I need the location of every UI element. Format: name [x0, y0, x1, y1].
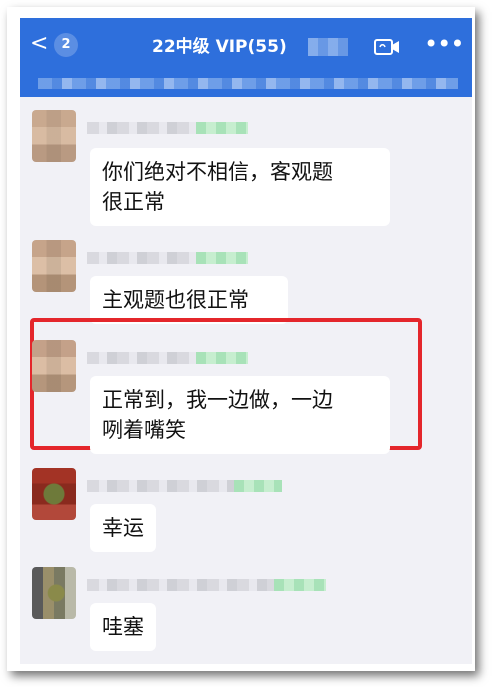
message-bubble[interactable]: 主观题也很正常: [90, 276, 288, 324]
avatar[interactable]: [32, 567, 76, 619]
message-text-line: 很正常: [102, 190, 165, 214]
message-text-line: 幸运: [102, 516, 144, 540]
message-bubble[interactable]: 正常到，我一边做，一边 咧着嘴笑: [90, 376, 390, 454]
message-text-line: 哇塞: [102, 615, 144, 639]
message-text-line: 正常到，我一边做，一边: [102, 388, 333, 412]
chat-title: 22中级 VIP(55): [152, 37, 287, 57]
avatar[interactable]: [32, 340, 76, 392]
message-bubble[interactable]: 哇塞: [90, 603, 156, 651]
sender-tag-blurred: [196, 122, 248, 134]
sender-tag-blurred: [274, 579, 326, 591]
sender-tag-blurred: [196, 252, 248, 264]
message-text-line: 咧着嘴笑: [102, 418, 186, 442]
video-call-icon[interactable]: [374, 38, 400, 56]
sender-name-blurred: [87, 579, 277, 591]
back-chevron-icon[interactable]: <: [30, 30, 48, 58]
unread-count-badge[interactable]: 2: [54, 33, 78, 57]
chat-screen: < 2 22中级 VIP(55) ••• 你们绝对不相信，客观题 很正常 主观题…: [20, 18, 472, 664]
avatar[interactable]: [32, 110, 76, 162]
avatar[interactable]: [32, 240, 76, 292]
sender-name-blurred: [87, 122, 199, 134]
sender-name-blurred: [87, 480, 237, 492]
message-text-line: 你们绝对不相信，客观题: [102, 160, 333, 184]
message-text-line: 主观题也很正常: [102, 288, 249, 312]
message-bubble[interactable]: 幸运: [90, 504, 156, 552]
group-notice-bar[interactable]: [20, 70, 472, 97]
sender-name-blurred: [87, 352, 199, 364]
title-blurred-suffix: [308, 38, 348, 56]
sender-name-blurred: [87, 252, 199, 264]
notice-blurred-text: [38, 78, 458, 89]
sender-tag-blurred: [196, 352, 248, 364]
more-icon[interactable]: •••: [424, 32, 464, 56]
sender-tag-blurred: [234, 480, 282, 492]
avatar[interactable]: [32, 468, 76, 520]
message-bubble[interactable]: 你们绝对不相信，客观题 很正常: [90, 148, 390, 226]
